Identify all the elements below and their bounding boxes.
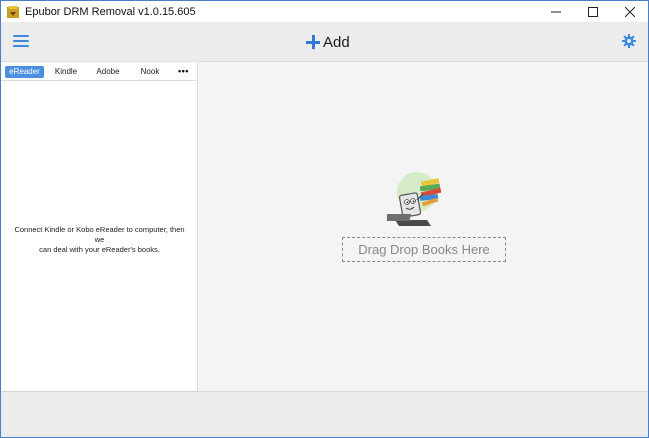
connect-device-message: Connect Kindle or Kobo eReader to comput… — [9, 225, 190, 255]
tab-ereader[interactable]: eReader — [5, 66, 44, 78]
tab-nook[interactable]: Nook — [133, 66, 167, 78]
connect-message-line-2: can deal with your eReader's books. — [39, 245, 160, 254]
books-mascot-icon — [383, 170, 445, 232]
minimize-icon — [550, 11, 561, 12]
device-tabs: eReader Kindle Adobe Nook ••• — [1, 63, 198, 81]
close-button[interactable] — [611, 1, 648, 22]
sidebar-panel: eReader Kindle Adobe Nook ••• Connect Ki… — [1, 63, 198, 391]
maximize-button[interactable] — [574, 1, 611, 22]
connect-message-line-1: Connect Kindle or Kobo eReader to comput… — [14, 225, 185, 244]
gear-icon[interactable] — [622, 34, 636, 48]
drag-drop-label: Drag Drop Books Here — [358, 242, 490, 257]
drag-drop-zone[interactable]: Drag Drop Books Here — [342, 237, 506, 262]
app-window: Epubor DRM Removal v1.0.15.605 Add eRead… — [0, 0, 649, 438]
maximize-icon — [587, 6, 598, 17]
title-bar[interactable]: Epubor DRM Removal v1.0.15.605 — [1, 1, 648, 22]
app-logo-icon — [6, 5, 20, 19]
plus-icon — [306, 35, 320, 49]
toolbar: Add — [1, 22, 648, 62]
bottom-status-bar — [1, 391, 648, 437]
hamburger-menu-icon[interactable] — [13, 35, 29, 49]
window-controls — [537, 1, 648, 22]
add-button[interactable]: Add — [306, 31, 350, 53]
window-title: Epubor DRM Removal v1.0.15.605 — [25, 5, 196, 18]
tab-kindle[interactable]: Kindle — [49, 66, 83, 78]
minimize-button[interactable] — [537, 1, 574, 22]
main-drop-area[interactable]: Drag Drop Books Here — [199, 63, 648, 391]
more-tabs-button[interactable]: ••• — [178, 67, 189, 76]
add-button-label: Add — [323, 33, 350, 51]
close-icon — [624, 6, 635, 17]
tab-adobe[interactable]: Adobe — [91, 66, 125, 78]
